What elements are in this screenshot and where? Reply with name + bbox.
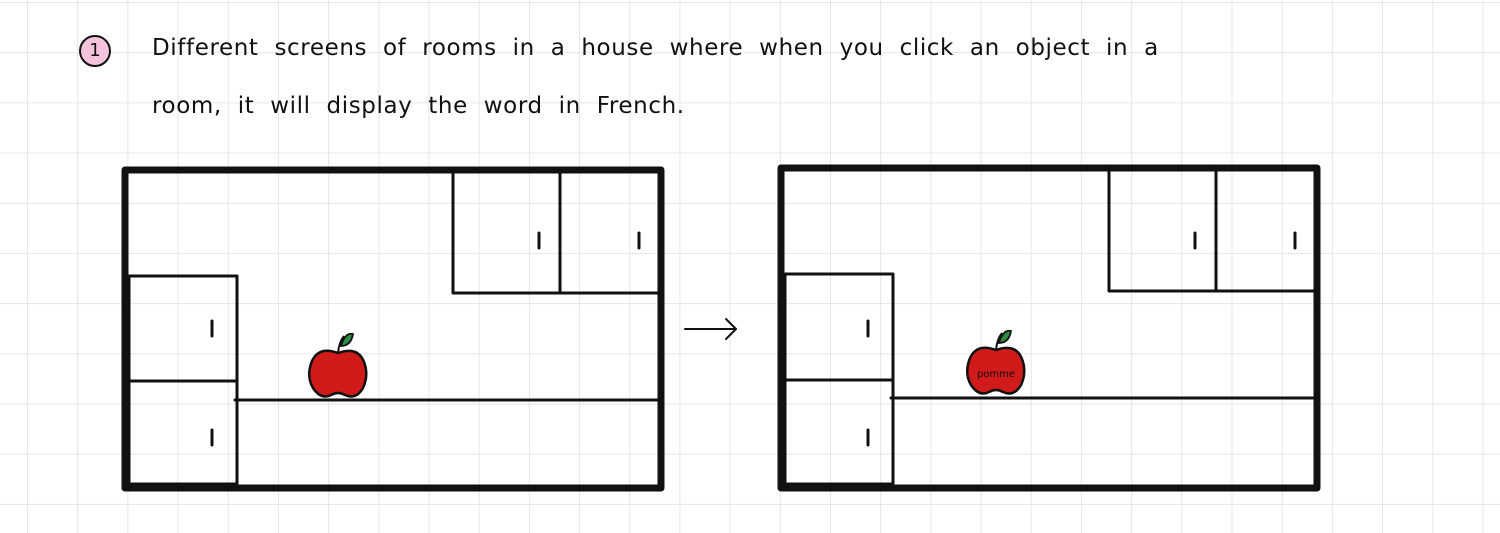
room-screen-before [121,166,665,492]
apple-icon[interactable]: pomme [966,329,1026,395]
upper-cabinet-right [558,168,663,295]
room-frame [121,166,665,492]
upper-cabinet-left [451,168,562,295]
step-number-badge: 1 [79,35,111,67]
lower-cabinet-bottom [127,379,239,486]
arrow-right-icon [684,318,737,340]
apple-icon[interactable] [308,332,368,398]
upper-cabinet-left [1107,166,1218,293]
lower-cabinet-bottom [783,378,895,486]
room-screen-after: pomme [777,164,1321,492]
lower-cabinet-top [127,274,239,383]
upper-cabinet-right [1214,166,1319,293]
description-line-1: Different screens of rooms in a house wh… [152,35,1159,61]
step-number: 1 [89,40,101,61]
apple-french-label: pomme [977,369,1015,380]
description-line-2: room, it will display the word in French… [152,93,685,119]
lower-cabinet-top [783,272,895,382]
room-frame [777,164,1321,492]
